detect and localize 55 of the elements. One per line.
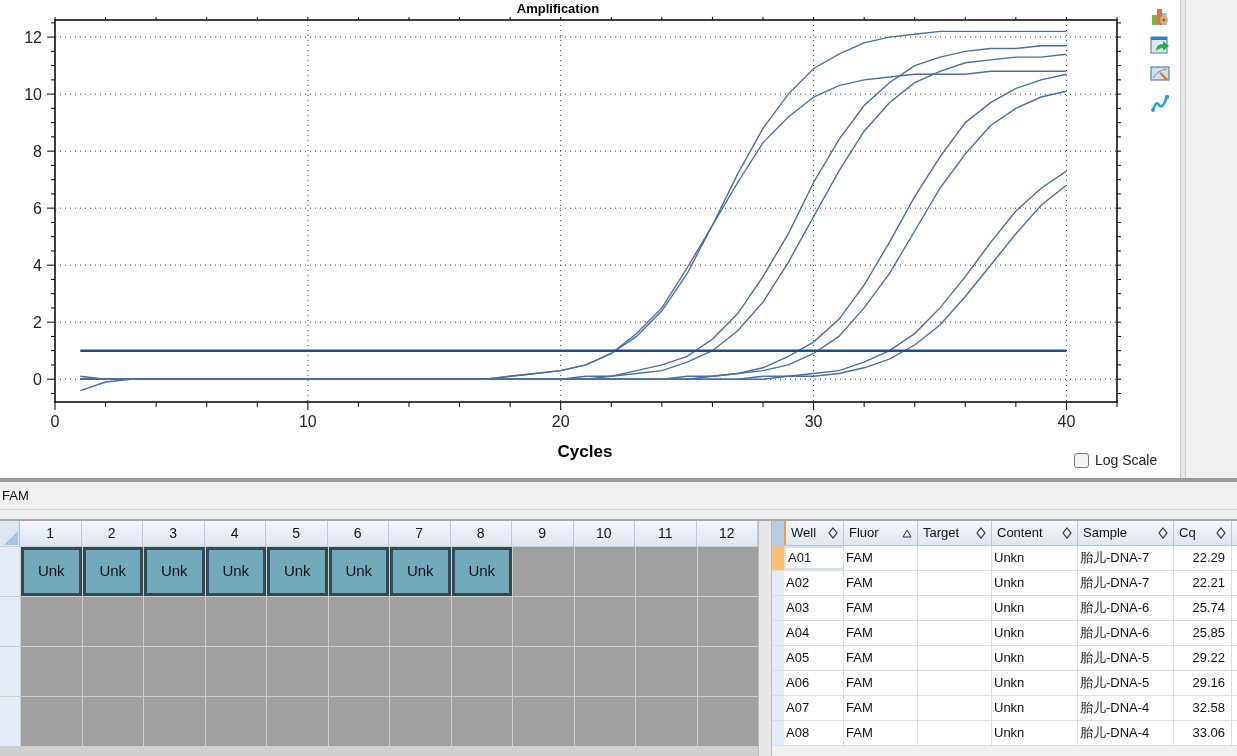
x-axis-title: Cycles — [557, 442, 613, 461]
table-cell: Unkn — [992, 721, 1078, 745]
y-tick-label: 4 — [33, 257, 42, 275]
table-cell: A05 — [784, 646, 844, 670]
table-cell: A02 — [784, 571, 844, 595]
x-tick-label: 40 — [1057, 413, 1076, 430]
table-cell: 33.06 — [1174, 721, 1232, 745]
table-cell: 胎儿-DNA-6 — [1078, 596, 1174, 620]
table-cell: 胎儿-DNA-4 — [1078, 721, 1174, 745]
table-cell: A06 — [784, 671, 844, 695]
y-tick-label: 8 — [33, 143, 42, 161]
table-cell: 胎儿-DNA-7 — [1078, 546, 1174, 570]
x-tick-label: 10 — [298, 413, 317, 430]
x-tick-label: 20 — [551, 413, 570, 430]
log-scale-label: Log Scale — [1095, 451, 1158, 470]
y-tick-label: 6 — [33, 200, 42, 218]
table-cell: FAM — [844, 596, 918, 620]
table-cell: FAM — [844, 621, 918, 645]
x-tick-label: 0 — [50, 413, 60, 430]
table-cell: A08 — [784, 721, 844, 745]
table-cell: Unkn — [992, 571, 1078, 595]
table-cell: FAM — [844, 546, 918, 570]
table-cell: A03 — [784, 596, 844, 620]
table-cell: 25.74 — [1174, 596, 1232, 620]
table-cell: Unkn — [992, 646, 1078, 670]
table-cell: FAM — [844, 721, 918, 745]
y-tick-label: 10 — [24, 86, 42, 104]
table-cell: FAM — [844, 696, 918, 720]
table-cell: 22.21 — [1174, 571, 1232, 595]
y-tick-label: 0 — [33, 371, 42, 389]
table-cell: Unkn — [992, 546, 1078, 570]
table-cell: FAM — [844, 671, 918, 695]
table-cell: Unkn — [992, 696, 1078, 720]
table-cell: 胎儿-DNA-7 — [1078, 571, 1174, 595]
table-cell: 32.58 — [1174, 696, 1232, 720]
table-cell: Unkn — [992, 671, 1078, 695]
table-cell: 29.22 — [1174, 646, 1232, 670]
fluor-label: FAM — [2, 486, 29, 505]
table-cell: 22.29 — [1174, 546, 1232, 570]
y-tick-label: 2 — [33, 314, 42, 332]
y-tick-label: 12 — [24, 29, 42, 47]
table-cell: 25.85 — [1174, 621, 1232, 645]
chart-title: Amplification — [516, 1, 600, 16]
table-cell: 胎儿-DNA-4 — [1078, 696, 1174, 720]
table-cell: 胎儿-DNA-5 — [1078, 646, 1174, 670]
x-tick-label: 30 — [804, 413, 823, 430]
table-cell: A04 — [784, 621, 844, 645]
table-cell: Unkn — [992, 596, 1078, 620]
table-cell: A07 — [784, 696, 844, 720]
table-cell: 胎儿-DNA-5 — [1078, 671, 1174, 695]
table-cell: FAM — [844, 571, 918, 595]
table-cell: FAM — [844, 646, 918, 670]
table-cell: 29.16 — [1174, 671, 1232, 695]
table-cell: Unkn — [992, 621, 1078, 645]
table-cell: 胎儿-DNA-6 — [1078, 621, 1174, 645]
